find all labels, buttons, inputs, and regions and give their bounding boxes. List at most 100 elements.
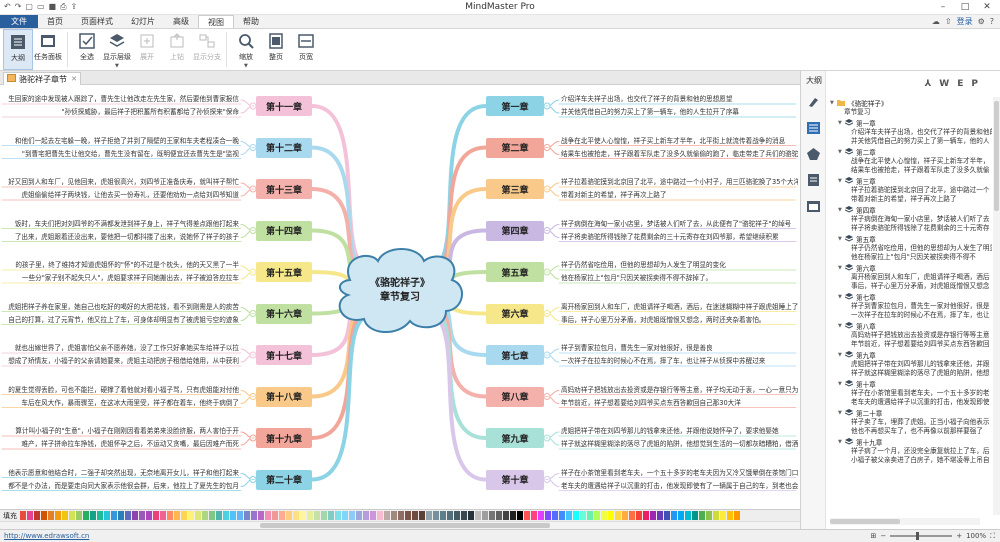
ribbon-button-0[interactable]: 大纲: [3, 29, 33, 70]
color-swatch[interactable]: [706, 511, 712, 520]
color-swatch[interactable]: [510, 511, 516, 520]
subtopic-text[interactable]: 并关他凭借自己的努力买上了第一辆车，他的人生拉开了序幕: [561, 108, 798, 117]
color-swatch[interactable]: [20, 511, 26, 520]
outline-item[interactable]: ▼ 第六章: [830, 262, 992, 273]
redo-icon[interactable]: ↷: [15, 2, 22, 12]
color-swatch[interactable]: [545, 511, 551, 520]
subtopic-text[interactable]: 虎姐把祥子带在刘四爷那儿的钱拿来还他，并跟他说她怀孕了，要求他娶她: [561, 427, 798, 436]
color-swatch[interactable]: [636, 511, 642, 520]
main-topic-right-4[interactable]: 第五章: [486, 262, 544, 282]
outline-item[interactable]: ▼ 第三章: [830, 175, 992, 186]
color-swatch[interactable]: [363, 511, 369, 520]
subtopic-text[interactable]: 事后，祥子心里万分矛盾，对虎姐既憎恨又想念，两时还夹杂着害怕。: [561, 316, 798, 325]
color-swatch[interactable]: [384, 511, 390, 520]
main-topic-left-2[interactable]: 第十三章: [256, 179, 312, 199]
color-swatch[interactable]: [251, 511, 257, 520]
export-tool-1[interactable]: W: [939, 79, 949, 89]
main-topic-left-7[interactable]: 第十八章: [256, 386, 312, 407]
subtopic-text[interactable]: 的孩子里，终了维持才知道虎姐怀的"怀"的不过是个枕头，他的天又黑了一半: [0, 261, 239, 270]
zoom-slider-handle[interactable]: [916, 532, 920, 540]
subtopic-text[interactable]: 好又回到人和车厂，见他回来，虎姐很高兴，刘四爷正准备庆寿，就叫祥子帮忙: [0, 178, 239, 187]
color-swatch[interactable]: [699, 511, 705, 520]
color-swatch[interactable]: [132, 511, 138, 520]
save-icon[interactable]: ■: [49, 2, 57, 12]
subtopic-text[interactable]: 离开杨家回到人和车厂，虎姐请祥子喝酒，酒后，在迷迷糊糊中祥子跟虎姐睡上了: [561, 303, 798, 312]
color-swatch[interactable]: [503, 511, 509, 520]
subtopic-text[interactable]: 难产，祥子拼命拉车挣钱，虎姐怀孕之后，不运动又贪嘴，最后因难产而死: [0, 440, 239, 449]
color-swatch[interactable]: [265, 511, 271, 520]
color-swatch[interactable]: [727, 511, 733, 520]
subtopic-text[interactable]: 战争在北平使人心惶惶，祥子买上新车才半年，北平街上就流传着战争的消息: [561, 137, 798, 146]
color-swatch[interactable]: [27, 511, 33, 520]
main-topic-left-8[interactable]: 第十九章: [256, 428, 312, 448]
subtopic-text[interactable]: 一次祥子在拉车的时候心不在焉，摔了车，也让祥子从侦探中苏醒过来: [561, 357, 798, 366]
main-topic-right-0[interactable]: 第一章: [486, 96, 544, 116]
color-swatch[interactable]: [41, 511, 47, 520]
color-swatch[interactable]: [608, 511, 614, 520]
color-swatch[interactable]: [314, 511, 320, 520]
menu-tab-0[interactable]: 文件: [0, 15, 38, 28]
color-swatch[interactable]: [475, 511, 481, 520]
ribbon-button-5[interactable]: 上钻: [162, 29, 192, 70]
color-swatch[interactable]: [104, 511, 110, 520]
color-swatch[interactable]: [202, 511, 208, 520]
color-swatch[interactable]: [671, 511, 677, 520]
dropdown-caret-icon[interactable]: ▼: [115, 63, 119, 69]
color-swatch[interactable]: [734, 511, 740, 520]
color-swatch[interactable]: [307, 511, 313, 520]
minimize-icon[interactable]: –: [932, 0, 954, 14]
close-tab-icon[interactable]: ✕: [71, 75, 77, 83]
color-swatch[interactable]: [230, 511, 236, 520]
color-swatch[interactable]: [244, 511, 250, 520]
subtopic-text[interactable]: 带着对新主的希望，祥子再次上路了: [561, 191, 798, 200]
ribbon-button-7[interactable]: 缩放 ▼: [231, 29, 261, 70]
subtopic-text[interactable]: 算计叫小福子的"生意"，小福子在刚刚因看着弟弟来没脸挤服，两人害怕于开: [0, 427, 239, 436]
zoom-out-icon[interactable]: −: [880, 532, 886, 540]
color-swatch[interactable]: [692, 511, 698, 520]
color-swatch[interactable]: [293, 511, 299, 520]
color-swatch[interactable]: [552, 511, 558, 520]
color-swatch[interactable]: [664, 511, 670, 520]
subtopic-text[interactable]: 高妈劝祥子把钱放出去投资或是存银行等等主意，祥子均无动于衷，一心一意只为: [561, 386, 798, 395]
color-swatch[interactable]: [377, 511, 383, 520]
main-topic-left-6[interactable]: 第十七章: [256, 345, 312, 365]
subtopic-text[interactable]: 他在杨家拉上"包月"只因关被拐卖得不得不辞掉了。: [561, 274, 798, 283]
main-topic-left-1[interactable]: 第十二章: [256, 137, 312, 158]
color-swatch[interactable]: [412, 511, 418, 520]
color-swatch[interactable]: [398, 511, 404, 520]
color-swatch[interactable]: [209, 511, 215, 520]
color-swatch[interactable]: [573, 511, 579, 520]
subtopic-text[interactable]: 孙侦探威胁，最后祥子把积蓄所有积蓄都给了孙侦探来"保命": [0, 108, 239, 117]
collapse-arrow-icon[interactable]: ▼: [838, 207, 845, 213]
color-swatch[interactable]: [118, 511, 124, 520]
outline-vertical-scrollbar[interactable]: [993, 97, 1000, 515]
help-icon[interactable]: ?: [990, 17, 994, 26]
outline-hscroll-thumb[interactable]: [830, 519, 900, 524]
central-topic-title[interactable]: 《骆驼祥子》: [345, 275, 455, 289]
main-topic-right-5[interactable]: 第六章: [486, 303, 544, 324]
subtopic-text[interactable]: 祥子将卖骆驼所得钱除了花费剩余的三十元寄存在刘四爷那，希望继续积累: [561, 233, 798, 242]
open-folder-icon[interactable]: ▭: [37, 2, 45, 12]
outline-list-icon[interactable]: [806, 121, 821, 135]
export-tool-3[interactable]: P: [971, 79, 978, 89]
ribbon-button-8[interactable]: 整页: [261, 29, 291, 70]
menu-tab-2[interactable]: 页面样式: [72, 15, 122, 28]
color-swatch[interactable]: [328, 511, 334, 520]
menu-tab-3[interactable]: 幻灯片: [122, 15, 164, 28]
color-swatch[interactable]: [69, 511, 75, 520]
color-swatch[interactable]: [55, 511, 61, 520]
collapse-arrow-icon[interactable]: ▼: [838, 439, 845, 445]
outline-item[interactable]: ▼ 第五章: [830, 233, 992, 244]
subtopic-text[interactable]: 祥子就这样糊里糊涂的落尽了虎姐的陷阱，他想觉到生活的一切都灰暗糟粕，借酒: [561, 440, 798, 449]
main-topic-right-9[interactable]: 第十章: [486, 469, 544, 490]
color-swatch[interactable]: [258, 511, 264, 520]
ribbon-button-3[interactable]: 显示层级 ▼: [102, 29, 132, 70]
color-swatch[interactable]: [181, 511, 187, 520]
color-swatch[interactable]: [335, 511, 341, 520]
main-topic-right-2[interactable]: 第三章: [486, 179, 544, 199]
undo-icon[interactable]: ↶: [4, 2, 11, 12]
color-swatch[interactable]: [629, 511, 635, 520]
subtopic-text[interactable]: 想成了矫情友，小福子的父亲请她要来，虎姐主动把房子租借给她用，从中获利: [0, 357, 239, 366]
color-swatch[interactable]: [419, 511, 425, 520]
menu-tab-4[interactable]: 高级: [164, 15, 198, 28]
